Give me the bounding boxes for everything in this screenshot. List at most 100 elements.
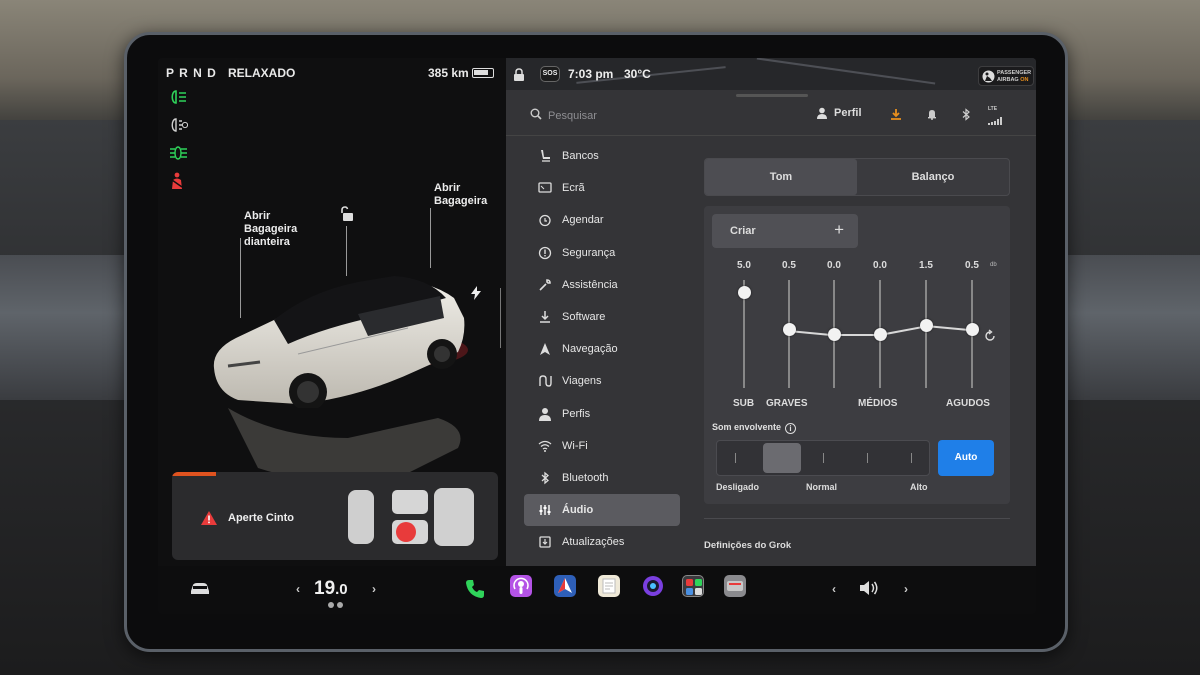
seatbelt-alert-card: Aperte Cinto	[172, 472, 498, 560]
eq-band-knob[interactable]	[873, 327, 887, 341]
unlock-icon[interactable]	[338, 206, 354, 227]
sidebar-item-label: Perfis	[562, 407, 591, 420]
fog-lights-icon[interactable]	[168, 146, 188, 164]
frunk-label-line2: Bagageira	[244, 223, 298, 235]
lte-label: LTE	[988, 106, 998, 112]
surround-off-label: Desligado	[716, 482, 760, 492]
clock: 7:03 pm	[568, 67, 614, 81]
trips-icon	[534, 374, 556, 388]
surround-heading: Som envolvente i	[712, 422, 797, 434]
airbag-text-line1: PASSENGER	[997, 70, 1032, 76]
settings-header: Perfil LTE	[506, 98, 1036, 136]
create-label: Criar	[730, 225, 756, 237]
sidebar-item-shield-info[interactable]: Segurança	[524, 237, 680, 269]
airbag-icon	[982, 70, 995, 83]
eq-label-sub: SUB	[733, 398, 755, 409]
volume-down-button[interactable]: ‹	[832, 582, 836, 596]
eq-band-knob[interactable]	[827, 327, 841, 341]
sidebar-item-updates[interactable]: Atualizações	[524, 526, 680, 558]
wifi-icon	[534, 440, 556, 452]
eq-label-graves: GRAVES	[766, 398, 808, 409]
phone-icon[interactable]	[464, 578, 486, 600]
sidebar-item-display[interactable]: Ecrã	[524, 172, 680, 204]
temp-down-button[interactable]: ‹	[296, 582, 300, 596]
surround-high-label: Alto	[910, 482, 928, 492]
drag-handle[interactable]	[736, 94, 808, 97]
range-readout: 385 km	[428, 66, 469, 80]
eq-label-agudos: AGUDOS	[946, 398, 990, 409]
frunk-label-line3: dianteira	[244, 236, 290, 248]
volume-up-button[interactable]: ›	[904, 582, 908, 596]
eq-band-track[interactable]	[925, 280, 927, 388]
charge-port-icon[interactable]	[470, 286, 482, 305]
surround-slider-tick	[867, 453, 868, 463]
person-icon	[534, 407, 556, 421]
sidebar-item-label: Agendar	[562, 214, 604, 227]
sidebar-item-trips[interactable]: Viagens	[524, 365, 680, 397]
sidebar-item-bluetooth[interactable]: Bluetooth	[524, 462, 680, 494]
door-lock-icon[interactable]	[512, 68, 526, 82]
tab-tone[interactable]: Tom	[705, 159, 857, 195]
surround-slider[interactable]	[716, 440, 930, 476]
eq-band-knob[interactable]	[782, 323, 796, 337]
app-launcher-icon[interactable]	[682, 575, 704, 597]
download-icon	[534, 310, 556, 324]
map-road	[756, 58, 936, 85]
temp-up-button[interactable]: ›	[372, 582, 376, 596]
trunk-label-line1: Abrir	[434, 182, 461, 194]
sidebar-item-seat[interactable]: Bancos	[524, 140, 680, 172]
gear-selector-indicator: P R N D	[166, 66, 217, 80]
search-input[interactable]	[548, 106, 708, 126]
seatbelt-warning-text: Aperte Cinto	[228, 512, 294, 524]
tab-balance[interactable]: Balanço	[857, 159, 1009, 195]
bell-icon[interactable]	[926, 108, 938, 120]
eq-band-knob[interactable]	[919, 318, 933, 332]
sidebar-item-wrench[interactable]: Assistência	[524, 269, 680, 301]
surround-normal-label: Normal	[806, 482, 838, 492]
create-preset-button[interactable]: Criar +	[712, 214, 858, 248]
eq-band-value: 0.0	[827, 260, 841, 271]
podcasts-app-icon[interactable]	[510, 575, 532, 597]
volume-icon[interactable]	[858, 580, 880, 596]
bluetooth-status-icon[interactable]	[961, 108, 971, 121]
rear-pointer-line	[500, 288, 501, 348]
download-icon[interactable]	[890, 108, 902, 120]
seat-icon	[534, 149, 556, 163]
sos-button[interactable]: SOS	[540, 66, 560, 82]
plus-icon: +	[834, 220, 844, 239]
car-icon[interactable]	[188, 580, 212, 596]
vehicle-panel: P R N D RELAXADO 385 km Abrir Bagageira …	[158, 58, 506, 566]
eq-band-knob[interactable]	[737, 286, 751, 300]
cabin-temperature[interactable]: 19.0	[314, 578, 348, 600]
open-frunk-button[interactable]: Abrir Bagageira dianteira	[244, 210, 297, 249]
headlights-icon[interactable]	[168, 90, 188, 108]
seatbelt-warning-icon	[168, 172, 186, 194]
seat-heat-icon[interactable]	[326, 601, 346, 609]
sidebar-item-navigation-arrow[interactable]: Navegação	[524, 333, 680, 365]
notes-app-icon[interactable]	[598, 575, 620, 597]
sidebar-item-download[interactable]: Software	[524, 301, 680, 333]
maps-app-icon[interactable]	[554, 575, 576, 597]
bottom-dock: ‹ 19.0 › ‹ ›	[158, 566, 1036, 614]
sidebar-item-person[interactable]: Perfis	[524, 398, 680, 430]
display-icon	[534, 182, 556, 194]
sidebar-item-label: Viagens	[562, 375, 602, 388]
sidebar-item-alarm-clock[interactable]: Agendar	[524, 204, 680, 236]
media-app-icon[interactable]	[724, 575, 746, 597]
info-icon[interactable]: i	[785, 423, 797, 434]
sidebar-item-wifi[interactable]: Wi-Fi	[524, 430, 680, 462]
reset-equalizer-icon[interactable]	[983, 329, 997, 343]
open-trunk-button[interactable]: Abrir Bagageira	[434, 182, 487, 208]
sidebar-item-equalizer[interactable]: Áudio	[524, 494, 680, 527]
surround-label: Som envolvente	[712, 422, 782, 432]
auto-headlights-icon[interactable]	[168, 118, 189, 136]
profile-button[interactable]: Perfil	[816, 107, 862, 119]
camera-app-icon[interactable]	[642, 575, 664, 597]
eq-band-knob[interactable]	[965, 323, 979, 337]
signal-bars-icon	[988, 117, 1002, 125]
sidebar-item-label: Software	[562, 311, 606, 324]
grok-settings-heading[interactable]: Definições do Grok	[704, 540, 791, 551]
surround-auto-button[interactable]: Auto	[938, 440, 994, 476]
sidebar-item-label: Bluetooth	[562, 471, 609, 484]
surround-slider-thumb[interactable]	[763, 443, 801, 473]
